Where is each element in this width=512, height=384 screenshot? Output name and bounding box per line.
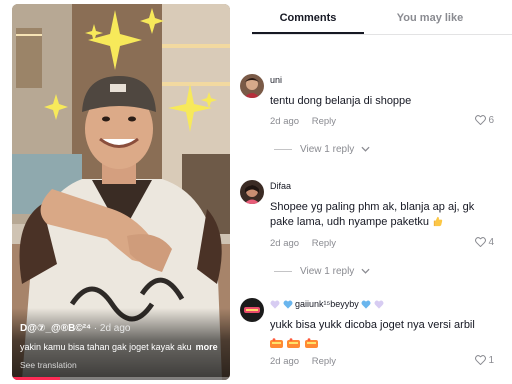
sticker-icon [270,336,283,354]
view-replies-button[interactable]: View 1 reply [274,144,370,155]
comment-item: Difaa Shopee yg paling phm ak, blanja ap… [240,180,500,256]
heart-emoji-icon [270,300,280,311]
like-button[interactable]: 4 [475,237,494,248]
video-caption-text: yakin kamu bisa tahan gak joget kayak ak… [20,342,192,352]
like-button[interactable]: 1 [475,355,494,366]
avatar[interactable] [240,74,264,98]
comment-username[interactable]: Difaa [270,181,291,191]
reply-button[interactable]: Reply [312,238,336,249]
comment-username-line[interactable]: gaiiunk¹⁵beyyby [270,299,384,311]
avatar[interactable] [240,180,264,204]
view-replies-label: View 1 reply [300,144,355,155]
blue-heart-emoji-icon [361,300,371,311]
comment-meta: 2d ago Reply [270,356,336,367]
like-button[interactable]: 6 [475,115,494,126]
comment-time: 2d ago [270,356,300,367]
comment-username[interactable]: uni [270,75,282,85]
comment-time: 2d ago [270,238,300,249]
blue-heart-emoji-icon [283,300,293,311]
sticker-icon [304,336,318,354]
like-count: 6 [488,115,494,126]
reply-thread-line [274,148,292,150]
tab-comments[interactable]: Comments [252,12,364,24]
comment-meta: 2d ago Reply [270,116,336,127]
thumbs-up-emoji-icon [432,216,443,232]
video-caption: yakin kamu bisa tahan gak joget kayak ak… [20,342,218,352]
comment-meta: 2d ago Reply [270,238,336,249]
video-progress-bar[interactable] [12,377,230,380]
video-progress-fill [12,377,60,380]
comment-text: Shopee yg paling phm ak, blanja ap aj, g… [270,200,480,232]
heart-outline-icon [475,115,488,126]
chevron-down-icon [357,144,370,155]
video-player[interactable]: D@⑦_@®B©²⁴ · 2d ago yakin kamu bisa taha… [12,4,230,380]
comment-text: yukk bisa yukk dicoba joget nya versi ar… [270,319,475,331]
panel-tabs: Comments You may like [252,0,512,36]
video-post-age: · 2d ago [93,323,131,334]
view-replies-label: View 1 reply [300,266,355,277]
comment-item: uni tentu dong belanja di shoppe 2d ago … [240,74,500,138]
tab-you-may-like[interactable]: You may like [376,12,484,24]
heart-emoji-icon [374,300,384,311]
comment-text: tentu dong belanja di shoppe [270,95,412,107]
tabs-divider [252,34,512,35]
reply-button[interactable]: Reply [312,356,336,367]
comment-text-body: Shopee yg paling phm ak, blanja ap aj, g… [270,201,475,228]
comment-sticker-row [270,334,318,354]
reply-button[interactable]: Reply [312,116,336,127]
comment-item: gaiiunk¹⁵beyyby yukk bisa yukk dicoba jo… [240,298,500,372]
comment-username[interactable]: gaiiunk¹⁵beyyby [295,299,359,309]
video-author-line[interactable]: D@⑦_@®B©²⁴ · 2d ago [20,323,130,334]
heart-outline-icon [475,355,488,366]
view-replies-button[interactable]: View 1 reply [274,266,370,277]
avatar[interactable] [240,298,264,322]
chevron-down-icon [357,266,370,277]
like-count: 4 [488,237,494,248]
caption-more-link[interactable]: more [196,342,218,352]
see-translation-link[interactable]: See translation [20,360,77,370]
reply-thread-line [274,270,292,272]
comment-time: 2d ago [270,116,300,127]
like-count: 1 [488,355,494,366]
sticker-icon [287,336,301,354]
heart-outline-icon [475,237,488,248]
video-author-name[interactable]: D@⑦_@®B©²⁴ [20,323,91,334]
